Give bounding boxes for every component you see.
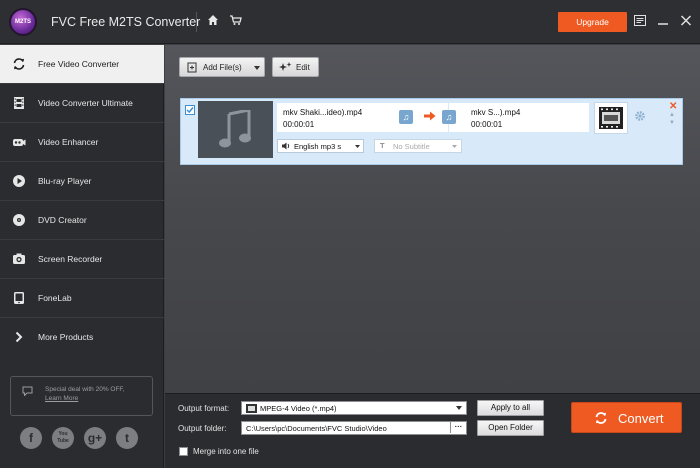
apply-to-all-button[interactable]: Apply to all [477, 400, 544, 416]
close-icon[interactable] [680, 15, 692, 26]
merge-label: Merge into one file [193, 447, 259, 456]
upgrade-button[interactable]: Upgrade [558, 12, 627, 32]
speaker-icon [282, 142, 290, 150]
play-icon [13, 175, 25, 187]
arrow-right-icon [424, 111, 436, 121]
chevron-right-icon [15, 331, 23, 343]
music-note-icon [219, 110, 251, 148]
output-format-button[interactable] [594, 102, 628, 134]
audio-track-value: English mp3 s [294, 142, 342, 151]
output-folder-label: Output folder: [178, 424, 227, 433]
add-file-icon [187, 62, 197, 73]
source-file-name: mkv Shaki...ideo).mp4 [283, 108, 363, 117]
main-panel: Add File(s) Edit mkv Shaki...ideo).mp4 0… [165, 45, 700, 468]
edit-label: Edit [296, 63, 310, 72]
disc-icon [13, 214, 25, 226]
sidebar-item-label: DVD Creator [38, 215, 87, 225]
move-down-icon[interactable]: ▼ [669, 120, 675, 126]
chat-icon [22, 386, 33, 396]
format-film-icon [246, 404, 257, 413]
video-thumbnail[interactable] [198, 101, 273, 158]
dropdown-arrow-icon [355, 145, 360, 148]
google-plus-icon[interactable]: g+ [84, 427, 106, 449]
dropdown-arrow-icon [254, 66, 260, 70]
sidebar-item-blu-ray-player[interactable]: Blu-ray Player [0, 162, 164, 201]
subtitle-value: No Subtitle [393, 142, 430, 151]
sidebar-item-dvd-creator[interactable]: DVD Creator [0, 201, 164, 240]
app-title: FVC Free M2TS Converter [51, 15, 201, 29]
file-checkbox[interactable] [185, 105, 195, 115]
source-duration: 00:00:01 [283, 120, 315, 129]
learn-more-link[interactable]: Learn More [45, 394, 78, 403]
file-list-item[interactable]: mkv Shaki...ideo).mp4 00:00:01 ♫ ♫ mkv S… [180, 98, 683, 165]
move-up-icon[interactable]: ▲ [669, 112, 675, 118]
convert-label: Convert [618, 411, 664, 426]
film-strip-icon [599, 107, 623, 129]
sidebar-item-screen-recorder[interactable]: Screen Recorder [0, 240, 164, 279]
text-icon: T [380, 141, 385, 150]
youtube-icon[interactable]: You Tube [52, 427, 74, 449]
output-format-select[interactable]: MPEG-4 Video (*.mp4) [241, 401, 467, 415]
phone-icon [14, 292, 24, 304]
dropdown-arrow-icon [452, 145, 457, 148]
add-files-label: Add File(s) [203, 63, 242, 72]
edit-button[interactable]: Edit [272, 57, 319, 77]
minimize-icon[interactable] [657, 15, 669, 26]
sidebar-item-free-video-converter[interactable]: Free Video Converter [0, 45, 164, 84]
gear-icon[interactable] [634, 110, 646, 122]
output-file-info: ♫ mkv S...).mp4 00:00:01 [442, 103, 589, 132]
app-logo: M2TS [9, 8, 37, 36]
sidebar-item-label: More Products [38, 332, 94, 342]
sidebar-item-video-enhancer[interactable]: Video Enhancer [0, 123, 164, 162]
enhancer-icon [13, 139, 26, 146]
browse-folder-button[interactable]: ··· [450, 421, 466, 433]
open-folder-button[interactable]: Open Folder [477, 420, 544, 436]
sidebar-item-video-converter-ultimate[interactable]: Video Converter Ultimate [0, 84, 164, 123]
cart-icon[interactable] [229, 14, 242, 26]
menu-icon[interactable] [634, 15, 646, 26]
output-settings-bar: Output format: MPEG-4 Video (*.mp4) Appl… [165, 393, 700, 468]
subtitle-select[interactable]: T No Subtitle [374, 139, 462, 153]
output-format-value: MPEG-4 Video (*.mp4) [260, 404, 337, 413]
convert-icon [595, 412, 607, 424]
sidebar-item-label: Blu-ray Player [38, 176, 92, 186]
sidebar-item-label: Video Converter Ultimate [38, 98, 133, 108]
output-audio-icon: ♫ [442, 110, 456, 124]
output-format-label: Output format: [178, 404, 230, 413]
sidebar-item-label: Screen Recorder [38, 254, 103, 264]
deal-text: Special deal with 20% OFF, [45, 386, 125, 393]
convert-button[interactable]: Convert [571, 402, 682, 433]
title-bar: M2TS FVC Free M2TS Converter Upgrade [0, 0, 700, 44]
sidebar-item-more-products[interactable]: More Products [0, 318, 164, 357]
home-icon[interactable] [207, 14, 219, 26]
title-divider [196, 12, 197, 32]
output-folder-field[interactable]: C:\Users\pc\Documents\FVC Studio\Video ·… [241, 421, 467, 435]
twitter-icon[interactable]: t [116, 427, 138, 449]
sidebar-item-label: Free Video Converter [38, 59, 120, 69]
sidebar: Free Video Converter Video Converter Ult… [0, 45, 164, 468]
special-deal-banner[interactable]: Special deal with 20% OFF, Learn More [10, 376, 153, 416]
add-files-button[interactable]: Add File(s) [179, 57, 265, 77]
output-folder-value: C:\Users\pc\Documents\FVC Studio\Video [246, 424, 387, 433]
sidebar-item-label: FoneLab [38, 293, 72, 303]
sidebar-item-label: Video Enhancer [38, 137, 99, 147]
audio-track-select[interactable]: English mp3 s [277, 139, 364, 153]
sidebar-item-fonelab[interactable]: FoneLab [0, 279, 164, 318]
merge-checkbox[interactable] [179, 447, 188, 456]
remove-file-icon[interactable]: ✕ [669, 101, 677, 112]
source-file-info: mkv Shaki...ideo).mp4 00:00:01 ♫ [277, 103, 448, 132]
dropdown-arrow-icon [456, 406, 462, 410]
output-duration: 00:00:01 [471, 120, 503, 129]
refresh-icon [13, 58, 25, 70]
audio-track-icon: ♫ [399, 110, 413, 124]
checkmark-icon [186, 107, 194, 114]
output-file-name: mkv S...).mp4 [471, 108, 521, 117]
sparkle-icon [279, 62, 292, 71]
film-icon [14, 97, 24, 109]
camera-icon [13, 253, 25, 264]
facebook-icon[interactable]: f [20, 427, 42, 449]
